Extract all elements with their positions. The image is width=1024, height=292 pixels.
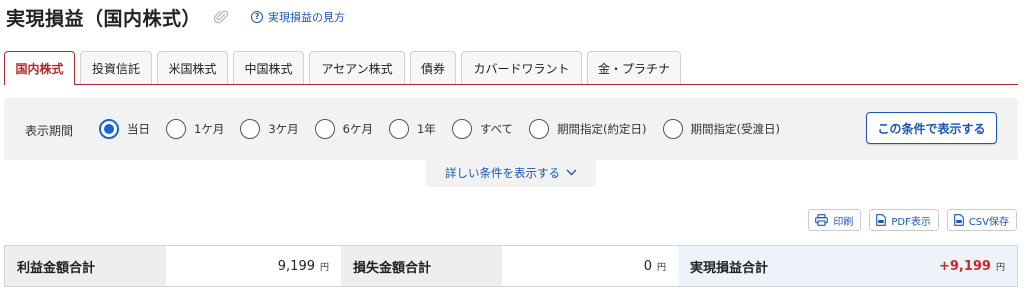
radio-1-year[interactable]: 1年 — [388, 119, 436, 139]
tab-bonds[interactable]: 債券 — [410, 51, 456, 84]
export-actions: 印刷 PDF表示 CSV保存 — [800, 209, 1017, 231]
currency-unit: 円 — [319, 262, 329, 273]
radio-all[interactable]: すべて — [451, 119, 514, 139]
market-tabs: 国内株式 投資信託 米国株式 中国株式 アセアン株式 債券 カバードワラント 金… — [4, 51, 1018, 85]
pdf-label: PDF表示 — [891, 216, 931, 228]
radio-selected-dot — [104, 124, 114, 134]
tab-gold-platinum[interactable]: 金・プラチナ — [587, 51, 681, 84]
question-icon: ? — [251, 11, 264, 23]
radio-label: 期間指定(受渡日) — [690, 122, 781, 136]
paperclip-icon[interactable] — [213, 8, 229, 26]
summary-table: 利益金額合計 9,199 円 損失金額合計 0 円 実現損益合計 +9,199 … — [4, 245, 1018, 287]
radio-1-month[interactable]: 1ケ月 — [166, 119, 224, 139]
period-label: 表示期間 — [25, 124, 74, 138]
realized-total-value: +9,199 円 — [839, 246, 1017, 286]
radio-range-settlement-date[interactable]: 期間指定(受渡日) — [662, 119, 781, 139]
radio-button[interactable] — [662, 119, 683, 139]
profit-total-amount: 9,199 — [277, 258, 315, 274]
printer-icon — [815, 214, 829, 226]
tab-asean-stocks[interactable]: アセアン株式 — [309, 51, 405, 84]
radio-6-months[interactable]: 6ケ月 — [314, 119, 373, 139]
radio-label: 3ケ月 — [268, 122, 299, 136]
profit-total-value: 9,199 円 — [166, 246, 341, 286]
radio-label: 1年 — [416, 122, 436, 136]
profit-total-label: 利益金額合計 — [5, 246, 166, 286]
csv-file-icon — [953, 214, 964, 226]
radio-button[interactable] — [240, 119, 261, 139]
radio-today[interactable]: 当日 — [99, 119, 150, 139]
radio-button[interactable] — [388, 119, 409, 139]
loss-total-label: 損失金額合計 — [341, 246, 502, 286]
page-title: 実現損益（国内株式） — [6, 7, 202, 30]
apply-filter-button[interactable]: この条件で表示する — [866, 112, 997, 144]
page-header: 実現損益（国内株式） ? 実現損益の見方 — [6, 2, 345, 32]
radio-button[interactable] — [451, 119, 472, 139]
help-link-label: 実現損益の見方 — [268, 11, 346, 24]
radio-label: 当日 — [127, 122, 150, 136]
period-radio-group: 当日 1ケ月 3ケ月 6ケ月 1年 すべて 期間指定(約定日) 期間指定(受渡日… — [99, 117, 796, 141]
tab-investment-trusts[interactable]: 投資信託 — [80, 51, 152, 84]
show-more-label: 詳しい条件を表示する — [445, 165, 560, 180]
help-link[interactable]: ? 実現損益の見方 — [251, 9, 345, 25]
csv-save-button[interactable]: CSV保存 — [946, 209, 1017, 231]
currency-unit: 円 — [995, 262, 1005, 273]
filter-panel: 表示期間 当日 1ケ月 3ケ月 6ケ月 1年 すべて 期間指定(約定日) 期間指… — [4, 98, 1018, 160]
chevron-down-icon — [566, 169, 577, 176]
radio-label: 期間指定(約定日) — [557, 122, 647, 136]
tab-us-stocks[interactable]: 米国株式 — [157, 51, 228, 84]
realized-total-amount: +9,199 — [938, 258, 991, 274]
radio-button[interactable] — [99, 119, 119, 139]
tab-covered-warrants[interactable]: カバードワラント — [461, 51, 582, 84]
loss-total-value: 0 円 — [502, 246, 678, 286]
radio-button[interactable] — [314, 119, 335, 139]
print-button[interactable]: 印刷 — [808, 209, 862, 231]
radio-label: 1ケ月 — [194, 122, 225, 136]
realized-total-label: 実現損益合計 — [678, 246, 839, 286]
radio-label: 6ケ月 — [342, 122, 373, 136]
currency-unit: 円 — [656, 262, 666, 273]
radio-button[interactable] — [166, 119, 186, 139]
tab-domestic-stocks[interactable]: 国内株式 — [4, 51, 75, 85]
loss-total-amount: 0 — [643, 258, 652, 274]
pdf-file-icon — [876, 214, 887, 226]
print-label: 印刷 — [833, 216, 854, 228]
pdf-view-button[interactable]: PDF表示 — [869, 209, 939, 231]
show-more-conditions-toggle[interactable]: 詳しい条件を表示する — [426, 158, 596, 187]
tab-china-stocks[interactable]: 中国株式 — [233, 51, 304, 84]
radio-button[interactable] — [529, 119, 550, 139]
csv-label: CSV保存 — [968, 216, 1009, 228]
radio-range-trade-date[interactable]: 期間指定(約定日) — [529, 119, 647, 139]
radio-label: すべて — [479, 122, 514, 136]
radio-3-months[interactable]: 3ケ月 — [240, 119, 299, 139]
